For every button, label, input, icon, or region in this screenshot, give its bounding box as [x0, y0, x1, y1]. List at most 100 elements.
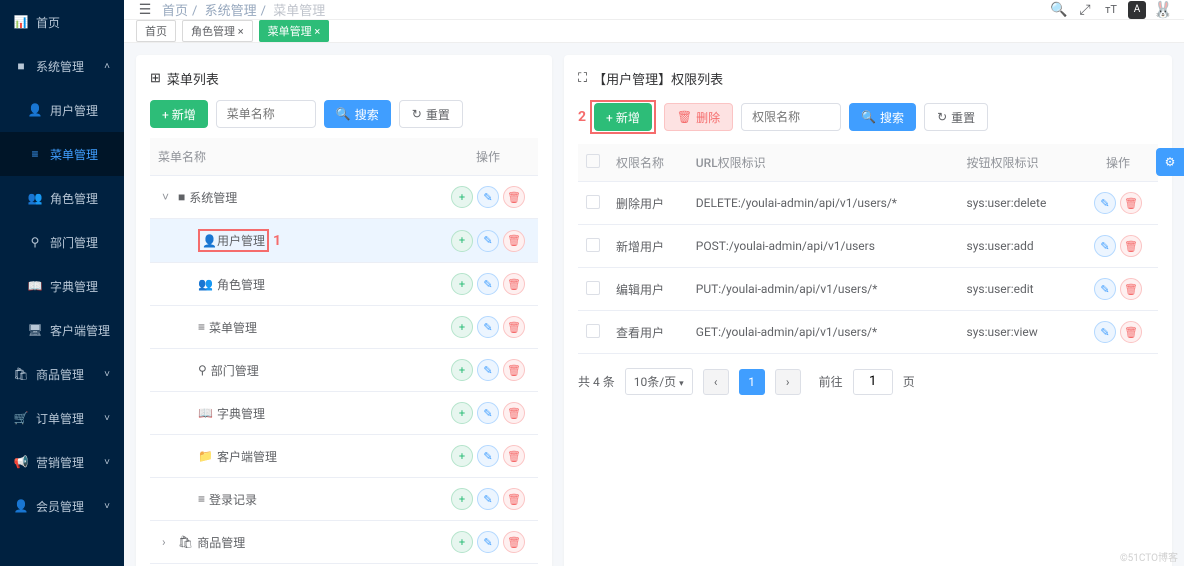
delete-button[interactable]: 🗑 — [1120, 321, 1142, 343]
add-button[interactable]: + 新增 — [150, 100, 208, 128]
perm-url: PUT:/youlai-admin/api/v1/users/* — [688, 268, 959, 311]
avatar[interactable]: 🐰 — [1154, 1, 1172, 19]
delete-button[interactable]: 🗑 — [503, 316, 525, 338]
fullscreen-icon[interactable]: ⤢ — [1076, 1, 1094, 19]
edit-button[interactable]: ✎ — [477, 316, 499, 338]
sidebar-item-9[interactable]: 🛒订单管理˅ — [0, 396, 124, 440]
edit-button[interactable]: ✎ — [477, 531, 499, 553]
sidebar-item-label: 菜单管理 — [50, 146, 98, 163]
menu-row[interactable]: ≡ 菜单管理+✎🗑 — [150, 306, 538, 349]
row-checkbox[interactable] — [586, 281, 600, 295]
add-child-button[interactable]: + — [451, 488, 473, 510]
delete-button[interactable]: 🗑 — [503, 531, 525, 553]
edit-button[interactable]: ✎ — [477, 445, 499, 467]
page-1[interactable]: 1 — [739, 369, 765, 395]
crumb-1[interactable]: 系统管理 — [205, 4, 257, 19]
edit-button[interactable]: ✎ — [477, 273, 499, 295]
add-child-button[interactable]: + — [451, 186, 473, 208]
perm-search-input[interactable] — [741, 103, 841, 131]
search-icon[interactable]: 🔍 — [1050, 1, 1068, 19]
edit-button[interactable]: ✎ — [477, 488, 499, 510]
delete-button[interactable]: 🗑 — [503, 186, 525, 208]
sidebar-item-0[interactable]: 📊首页 — [0, 0, 124, 44]
tab-1[interactable]: 角色管理 × — [182, 20, 253, 42]
sidebar-item-1[interactable]: ■系统管理˄ — [0, 44, 124, 88]
menu-row[interactable]: 📖 字典管理+✎🗑 — [150, 392, 538, 435]
tab-2[interactable]: 菜单管理 × — [259, 20, 330, 42]
sidebar-item-3[interactable]: ≡菜单管理 — [0, 132, 124, 176]
menu-row[interactable]: ≡ 登录记录+✎🗑 — [150, 478, 538, 521]
member-icon: 👤 — [14, 499, 28, 513]
add-child-button[interactable]: + — [451, 445, 473, 467]
menu-row[interactable]: 👤 用户管理 1+✎🗑 — [150, 219, 538, 263]
next-page[interactable]: › — [775, 369, 801, 395]
menu-row[interactable]: ˅■ 系统管理+✎🗑 — [150, 176, 538, 219]
add-child-button[interactable]: + — [451, 316, 473, 338]
add-child-button[interactable]: + — [451, 230, 473, 252]
row-checkbox[interactable] — [586, 238, 600, 252]
row-checkbox[interactable] — [586, 324, 600, 338]
edit-button[interactable]: ✎ — [1094, 321, 1116, 343]
menu-row[interactable]: ⚲ 部门管理+✎🗑 — [150, 349, 538, 392]
menu-table: 菜单名称 操作 ˅■ 系统管理+✎🗑👤 用户管理 1+✎🗑👥 角色管理+✎🗑≡ … — [150, 138, 538, 566]
edit-button[interactable]: ✎ — [1094, 235, 1116, 257]
menu-search-input[interactable] — [216, 100, 316, 128]
hamburger-icon[interactable]: ☰ — [136, 1, 154, 19]
delete-button[interactable]: 🗑 — [503, 488, 525, 510]
sidebar-item-4[interactable]: 👥角色管理 — [0, 176, 124, 220]
delete-button[interactable]: 🗑 — [503, 402, 525, 424]
add-button[interactable]: + 新增 — [594, 103, 652, 131]
search-button[interactable]: 🔍搜索 — [324, 100, 391, 128]
chevron-icon: ˅ — [104, 369, 110, 380]
perm-row[interactable]: 编辑用户PUT:/youlai-admin/api/v1/users/*sys:… — [578, 268, 1158, 311]
sidebar-item-7[interactable]: 🖥客户端管理 — [0, 308, 124, 352]
delete-button[interactable]: 🗑 — [503, 359, 525, 381]
expand-toggle[interactable]: › — [162, 535, 174, 549]
prev-page[interactable]: ‹ — [703, 369, 729, 395]
perm-row[interactable]: 删除用户DELETE:/youlai-admin/api/v1/users/*s… — [578, 182, 1158, 225]
sidebar-item-label: 用户管理 — [50, 102, 98, 119]
edit-button[interactable]: ✎ — [477, 402, 499, 424]
sidebar-item-5[interactable]: ⚲部门管理 — [0, 220, 124, 264]
row-checkbox[interactable] — [586, 195, 600, 209]
add-child-button[interactable]: + — [451, 273, 473, 295]
menu-row[interactable]: 📁 客户端管理+✎🗑 — [150, 435, 538, 478]
edit-button[interactable]: ✎ — [477, 359, 499, 381]
page-size-select[interactable]: 10条/页 ▾ — [625, 368, 693, 395]
crumb-0[interactable]: 首页 — [162, 4, 188, 19]
reset-button[interactable]: ↻ 重置 — [924, 103, 988, 131]
delete-button[interactable]: 🗑 — [1120, 278, 1142, 300]
sidebar-item-10[interactable]: 📢营销管理˅ — [0, 440, 124, 484]
fontsize-icon[interactable]: тT — [1102, 1, 1120, 19]
delete-button[interactable]: 🗑 — [1120, 192, 1142, 214]
add-child-button[interactable]: + — [451, 359, 473, 381]
add-child-button[interactable]: + — [451, 531, 473, 553]
chevron-down-icon: ▾ — [679, 379, 684, 389]
search-button[interactable]: 🔍搜索 — [849, 103, 916, 131]
tab-0[interactable]: 首页 — [136, 20, 176, 42]
select-all-checkbox[interactable] — [586, 154, 600, 168]
perm-row[interactable]: 查看用户GET:/youlai-admin/api/v1/users/*sys:… — [578, 311, 1158, 354]
edit-button[interactable]: ✎ — [477, 230, 499, 252]
delete-button[interactable]: 🗑 — [503, 273, 525, 295]
add-child-button[interactable]: + — [451, 402, 473, 424]
lang-icon[interactable]: A — [1128, 1, 1146, 19]
perm-row[interactable]: 新增用户POST:/youlai-admin/api/v1/userssys:u… — [578, 225, 1158, 268]
expand-toggle[interactable]: ˅ — [162, 190, 174, 204]
delete-button[interactable]: 🗑 — [503, 230, 525, 252]
edit-button[interactable]: ✎ — [1094, 192, 1116, 214]
settings-drawer-toggle[interactable]: ⚙ — [1156, 148, 1184, 176]
delete-button[interactable]: 🗑 — [1120, 235, 1142, 257]
sidebar-item-8[interactable]: 🛍商品管理˅ — [0, 352, 124, 396]
delete-button[interactable]: 🗑 — [503, 445, 525, 467]
menu-row[interactable]: 👥 角色管理+✎🗑 — [150, 263, 538, 306]
sidebar-item-6[interactable]: 📖字典管理 — [0, 264, 124, 308]
sidebar-item-11[interactable]: 👤会员管理˅ — [0, 484, 124, 528]
reset-button[interactable]: ↻ 重置 — [399, 100, 463, 128]
edit-button[interactable]: ✎ — [1094, 278, 1116, 300]
goto-input[interactable] — [853, 369, 893, 395]
sidebar-item-2[interactable]: 👤用户管理 — [0, 88, 124, 132]
edit-button[interactable]: ✎ — [477, 186, 499, 208]
delete-button[interactable]: 🗑 删除 — [664, 103, 733, 131]
menu-row[interactable]: ›🛍 商品管理+✎🗑 — [150, 521, 538, 564]
